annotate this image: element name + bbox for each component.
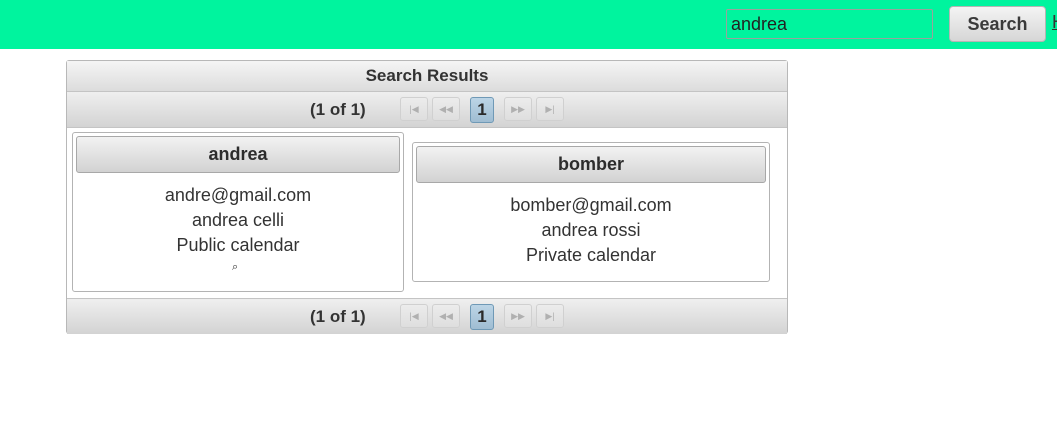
paginator-top: (1 of 1) |◀ ◀◀ 1 ▶▶ ▶| xyxy=(67,91,787,128)
next-page-button[interactable]: ▶▶ xyxy=(504,97,532,121)
next-page-button[interactable]: ▶▶ xyxy=(504,304,532,328)
magnifier-icon[interactable]: ⌕ xyxy=(232,261,238,274)
panel-title: Search Results xyxy=(67,61,787,92)
page-report: (1 of 1) xyxy=(310,307,366,326)
last-page-button[interactable]: ▶| xyxy=(536,304,564,328)
card-username[interactable]: andrea xyxy=(76,136,400,173)
search-button[interactable]: Search xyxy=(949,6,1046,42)
prev-page-button[interactable]: ◀◀ xyxy=(432,304,460,328)
page-number-button[interactable]: 1 xyxy=(470,97,494,123)
card-email: andre@gmail.com xyxy=(164,185,312,205)
header-link[interactable]: H xyxy=(1052,12,1057,33)
card-calendar: Private calendar xyxy=(525,245,657,265)
card-calendar: Public calendar xyxy=(176,235,300,255)
user-card-bomber: bomber bomber@gmail.com andrea rossi Pri… xyxy=(412,142,770,282)
last-page-button[interactable]: ▶| xyxy=(536,97,564,121)
top-bar: Search H xyxy=(0,0,1057,49)
page-report: (1 of 1) xyxy=(310,100,366,119)
search-results-panel: Search Results (1 of 1) |◀ ◀◀ 1 ▶▶ ▶| an… xyxy=(66,60,788,334)
page-number-button[interactable]: 1 xyxy=(470,304,494,330)
card-username[interactable]: bomber xyxy=(416,146,766,183)
paginator-bottom: (1 of 1) |◀ ◀◀ 1 ▶▶ ▶| xyxy=(67,298,787,334)
card-full-name: andrea rossi xyxy=(541,220,641,240)
user-card-andrea: andrea andre@gmail.com andrea celli Publ… xyxy=(72,132,404,292)
card-full-name: andrea celli xyxy=(191,210,285,230)
card-email: bomber@gmail.com xyxy=(510,195,672,215)
first-page-button[interactable]: |◀ xyxy=(400,304,428,328)
search-input[interactable] xyxy=(726,9,933,39)
prev-page-button[interactable]: ◀◀ xyxy=(432,97,460,121)
first-page-button[interactable]: |◀ xyxy=(400,97,428,121)
